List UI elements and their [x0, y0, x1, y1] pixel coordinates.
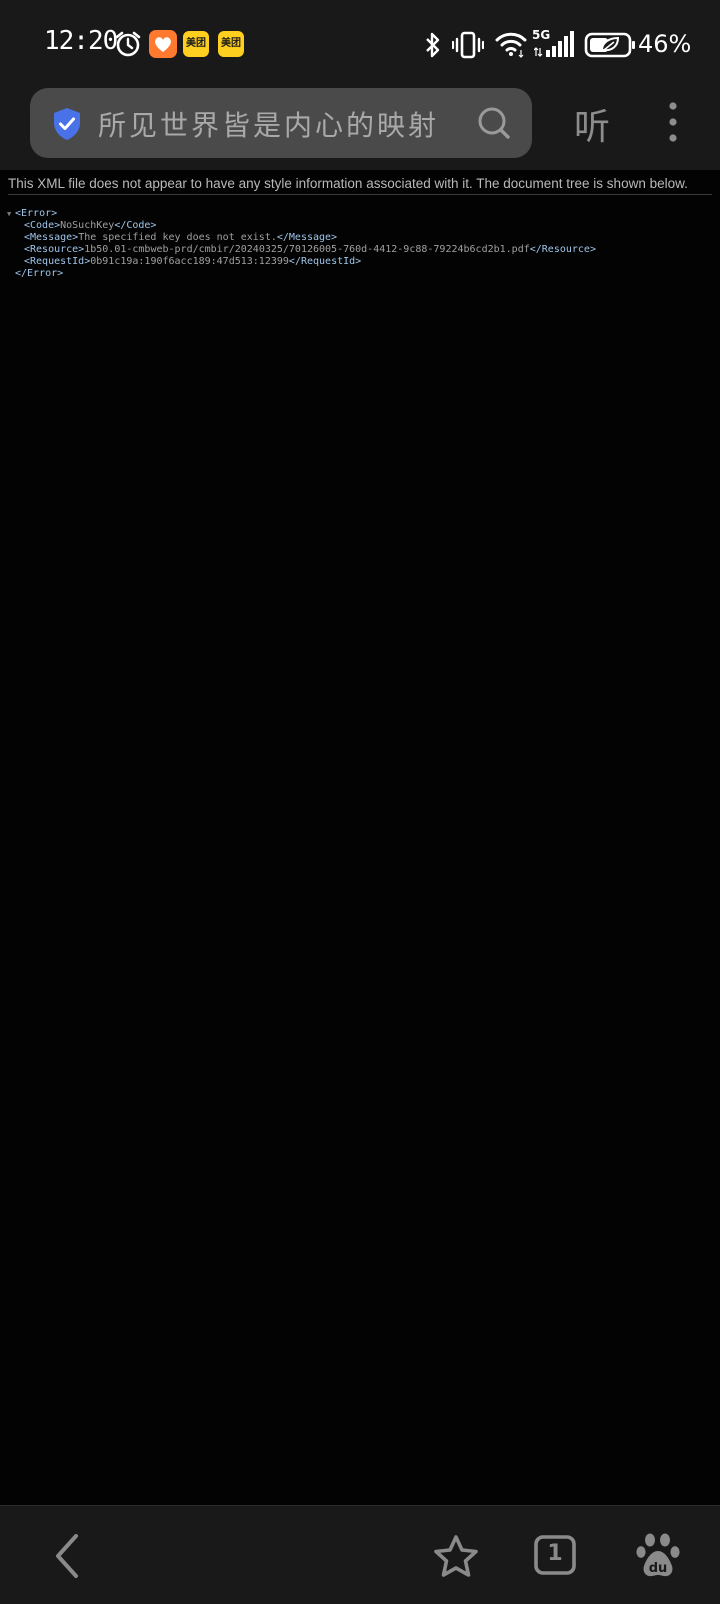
more-vertical-icon[interactable]	[666, 102, 680, 142]
search-hint-text: 所见世界皆是内心的映射	[98, 109, 440, 142]
tab-count: 1	[547, 1541, 563, 1566]
xml-style-notice: This XML file does not appear to have an…	[8, 176, 712, 195]
xml-requestid-line: <RequestId>0b91c19a:190f6acc189:47d513:1…	[7, 256, 596, 268]
xml-tag: <Code>	[24, 220, 61, 231]
back-arrow-icon[interactable]	[52, 1532, 84, 1580]
collapse-caret-icon[interactable]: ▼	[7, 208, 15, 220]
xml-message-line: <Message>The specified key does not exis…	[7, 232, 596, 244]
signal-icon	[534, 31, 574, 57]
xml-tag: <Message>	[24, 232, 79, 243]
browser-toolbar: 所见世界皆是内心的映射 听	[0, 84, 720, 170]
page-content: This XML file does not appear to have an…	[0, 170, 720, 1505]
xml-requestid-value: 0b91c19a:190f6acc189:47d513:12399	[90, 256, 289, 267]
meituan-app-badge-2: 美团	[218, 31, 244, 57]
listen-button[interactable]: 听	[574, 98, 610, 150]
xml-tag: </Resource>	[529, 244, 596, 255]
status-time: 12:20	[44, 26, 118, 56]
xml-tag: <Error>	[15, 208, 58, 219]
heart-app-icon	[149, 30, 177, 58]
battery-percent: 46%	[638, 30, 692, 58]
star-icon[interactable]	[432, 1534, 480, 1580]
alarm-icon	[115, 31, 141, 57]
xml-code-value: NoSuchKey	[60, 220, 115, 231]
xml-tag: </Code>	[114, 220, 157, 231]
xml-tag: </RequestId>	[288, 256, 362, 267]
xml-code-line: <Code>NoSuchKey</Code>	[7, 220, 596, 232]
vibrate-icon	[452, 31, 484, 59]
xml-tree: ▼ <Error> <Code>NoSuchKey</Code> <Message…	[7, 208, 596, 280]
xml-resource-value: 1b50.01-cmbweb-prd/cmbir/20240325/701260…	[84, 244, 530, 255]
xml-message-value: The specified key does not exist.	[78, 232, 277, 243]
battery-icon	[584, 32, 635, 58]
baidu-paw-icon[interactable]: du	[636, 1530, 680, 1580]
tabs-button[interactable]: 1	[534, 1535, 576, 1575]
bluetooth-icon	[426, 32, 440, 58]
svg-text:du: du	[649, 1561, 668, 1576]
xml-root-open-line[interactable]: ▼ <Error>	[7, 208, 596, 220]
search-bar[interactable]: 所见世界皆是内心的映射	[30, 88, 532, 158]
search-icon[interactable]	[476, 105, 512, 141]
shield-icon	[54, 108, 80, 140]
xml-root-close-line: </Error>	[7, 268, 596, 280]
xml-tag: <RequestId>	[24, 256, 91, 267]
xml-resource-line: <Resource>1b50.01-cmbweb-prd/cmbir/20240…	[7, 244, 596, 256]
xml-tag: <Resource>	[24, 244, 85, 255]
status-bar: 12:20 美团 美团 5G 46%	[0, 0, 720, 84]
wifi-icon	[495, 32, 527, 58]
xml-tag: </Message>	[276, 232, 338, 243]
xml-tag: </Error>	[15, 268, 64, 279]
meituan-app-badge-1: 美团	[183, 31, 209, 57]
bottom-navigation: 1 du	[0, 1505, 720, 1604]
